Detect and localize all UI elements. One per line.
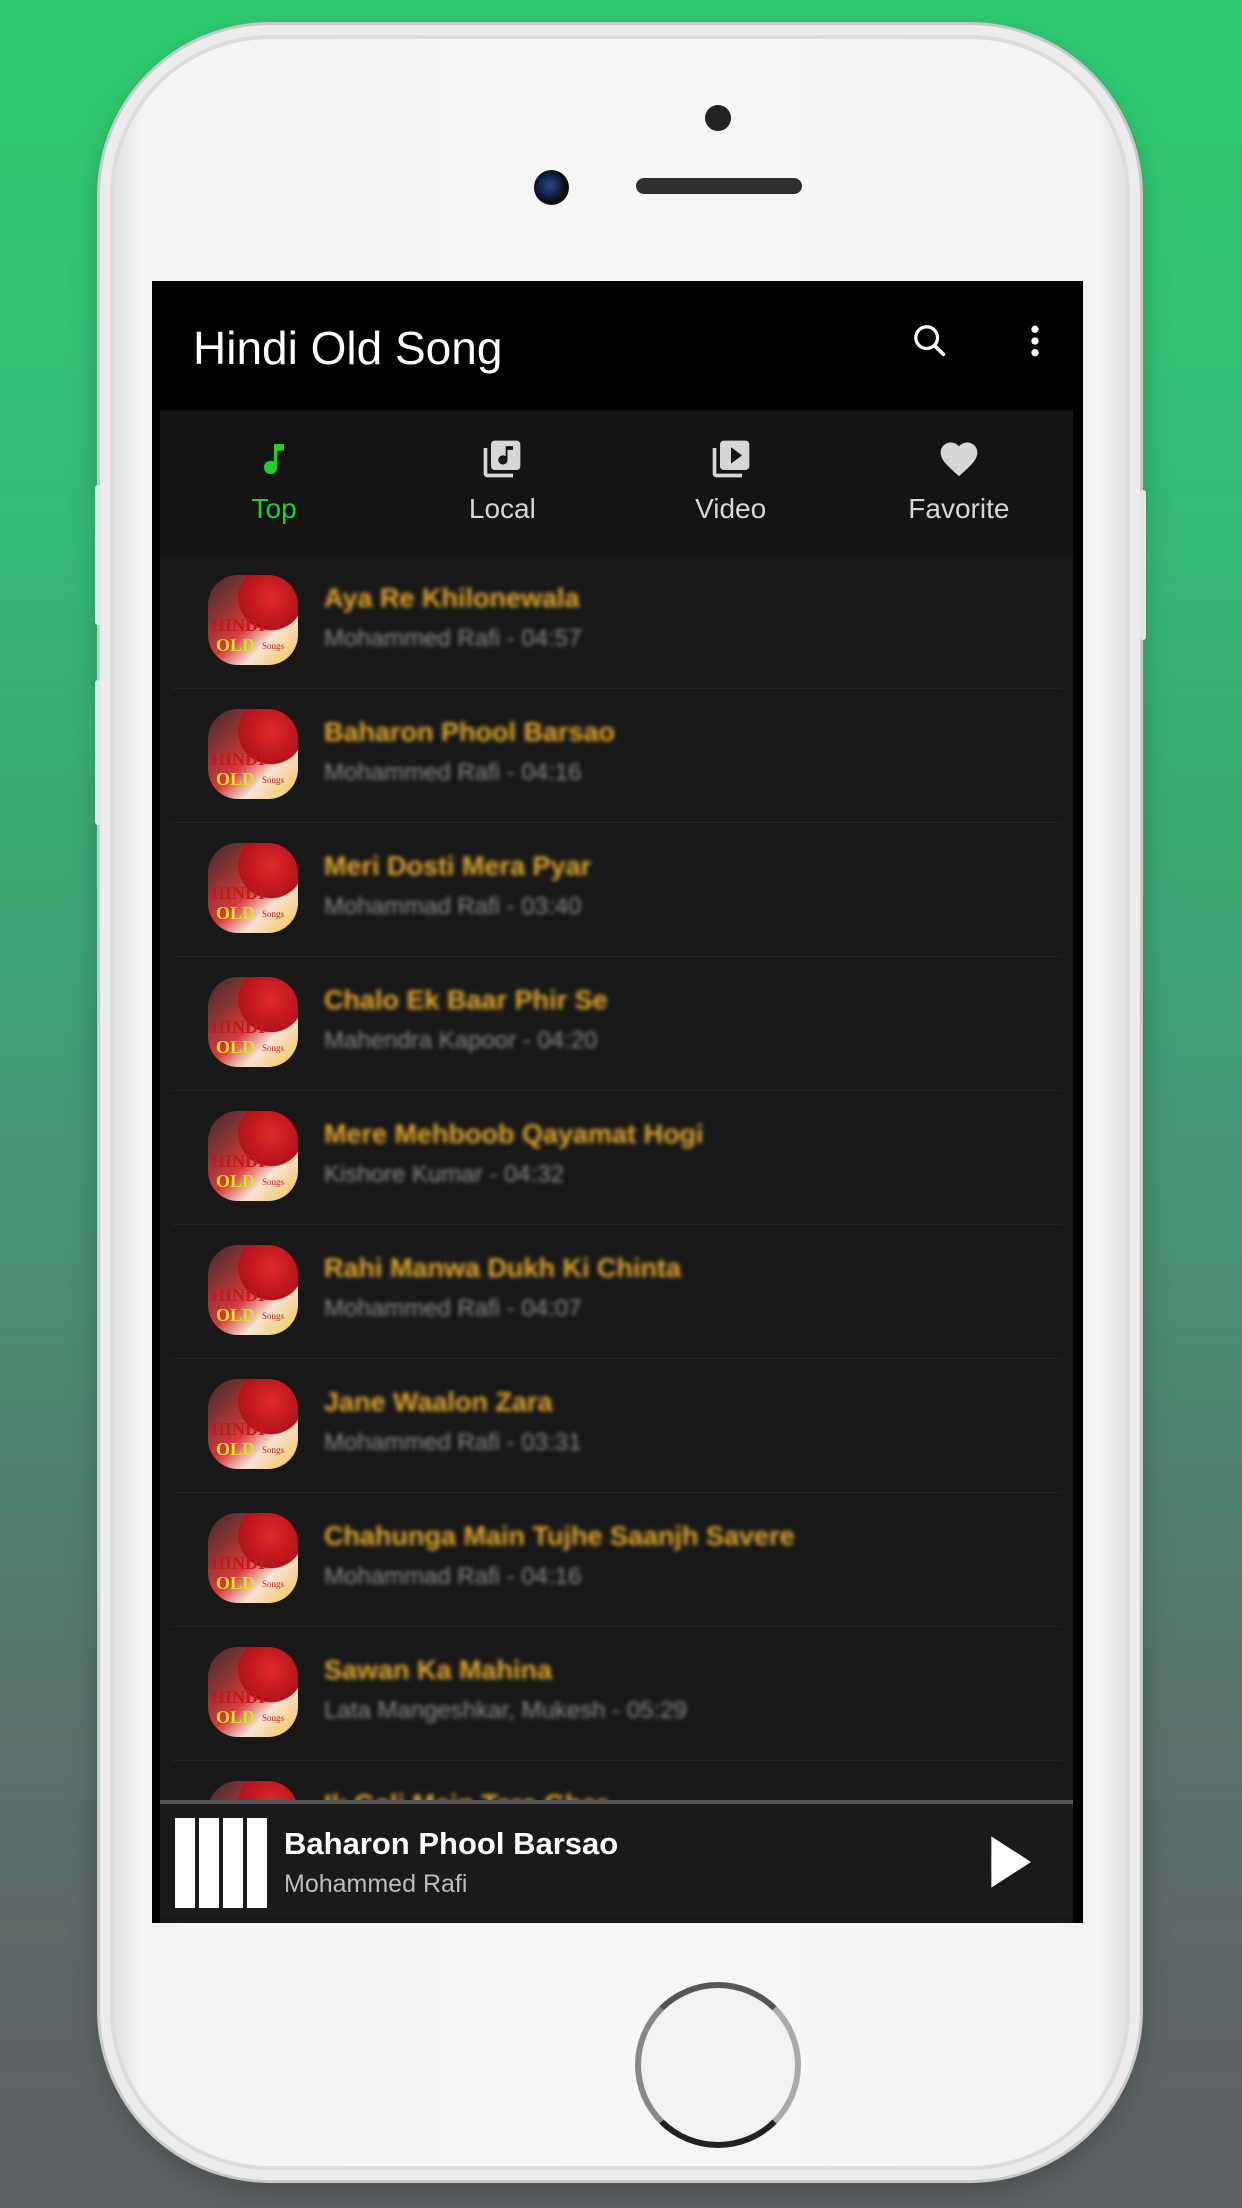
song-thumbnail: HINDIOLD Songs bbox=[208, 1111, 298, 1201]
song-list-item[interactable]: HINDI OLD Songs Chalo Ek Baar Phir Se Mahend… bbox=[172, 957, 1061, 1091]
song-list-item[interactable]: HINDI OLD Songs Jane Waalon Zara Mohammed Ra… bbox=[172, 1359, 1061, 1493]
song-thumbnail: HINDIOLD Songs bbox=[208, 1513, 298, 1603]
song-thumbnail: HINDIOLD Songs bbox=[208, 709, 298, 799]
front-camera bbox=[534, 170, 569, 205]
song-title: Mere Mehboob Qayamat Hogi bbox=[324, 1119, 704, 1149]
tab-label: Top bbox=[251, 493, 297, 524]
song-list-item[interactable]: HINDI OLD Songs Meri Dosti Mera Pyar Mohamma… bbox=[172, 823, 1061, 957]
power-button bbox=[1140, 490, 1146, 640]
tab-local[interactable]: Local bbox=[388, 410, 616, 555]
home-button[interactable] bbox=[635, 1982, 801, 2148]
song-subtitle: Mohammad Rafi - 03:40 bbox=[324, 893, 582, 920]
tab-label: Favorite bbox=[908, 493, 1010, 524]
song-subtitle: Kishore Kumar - 04:32 bbox=[324, 1161, 565, 1188]
song-thumbnail: HINDIOLD Songs bbox=[208, 843, 298, 933]
song-subtitle: Mahendra Kapoor - 04:20 bbox=[324, 1027, 598, 1054]
song-thumbnail: HINDIOLD Songs bbox=[208, 977, 298, 1067]
song-thumbnail: HINDIOLD Songs bbox=[208, 1245, 298, 1335]
thumbnail-text: OLD bbox=[216, 1037, 256, 1057]
song-title: Aya Re Khilonewala bbox=[324, 583, 580, 613]
thumbnail-text: HINDI bbox=[211, 615, 266, 635]
thumbnail-text: HINDI bbox=[211, 1419, 266, 1439]
tab-favorite[interactable]: Favorite bbox=[845, 410, 1073, 555]
thumbnail-text: OLD bbox=[216, 1171, 256, 1191]
player-song-title: Baharon Phool Barsao bbox=[284, 1826, 619, 1861]
thumbnail-text: OLD bbox=[216, 1573, 256, 1593]
more-options-button[interactable] bbox=[1005, 311, 1065, 371]
thumbnail-text: OLD bbox=[216, 1439, 256, 1459]
video-library-icon bbox=[707, 435, 755, 483]
app-screen: Hindi Old Song Top Local Video Favorite … bbox=[152, 281, 1083, 1923]
thumbnail-text: OLD bbox=[216, 903, 256, 923]
thumbnail-text: Songs bbox=[262, 1311, 285, 1321]
earpiece-speaker bbox=[636, 178, 802, 194]
mini-player[interactable]: Baharon Phool Barsao Mohammed Rafi bbox=[160, 1800, 1073, 1917]
play-icon bbox=[991, 1836, 1031, 1888]
song-title: Baharon Phool Barsao bbox=[324, 717, 616, 747]
song-list-item[interactable]: HINDI OLD Songs Sawan Ka Mahina Lata Mangesh… bbox=[172, 1627, 1061, 1761]
song-list-item[interactable]: HINDI OLD Songs Aya Re Khilonewala Mohammed … bbox=[172, 555, 1061, 689]
equalizer-icon bbox=[175, 1818, 267, 1908]
thumbnail-text: Songs bbox=[262, 1177, 285, 1187]
music-note-icon bbox=[250, 435, 298, 483]
song-list[interactable]: HINDI OLD Songs Aya Re Khilonewala Mohammed … bbox=[160, 555, 1073, 1923]
thumbnail-text: Songs bbox=[262, 1445, 285, 1455]
song-subtitle: Mohammed Rafi - 04:07 bbox=[324, 1295, 582, 1322]
thumbnail-text: Songs bbox=[262, 641, 285, 651]
song-subtitle: Mohammed Rafi - 04:57 bbox=[324, 625, 582, 652]
player-artist: Mohammed Rafi bbox=[284, 1870, 468, 1898]
song-list-item[interactable]: HINDI OLD Songs Mere Mehboob Qayamat Hogi Ki… bbox=[172, 1091, 1061, 1225]
volume-down-button bbox=[95, 680, 101, 825]
song-subtitle: Mohammad Rafi - 04:16 bbox=[324, 1563, 582, 1590]
thumbnail-text: HINDI bbox=[211, 883, 266, 903]
song-list-item[interactable]: HINDI OLD Songs Baharon Phool Barsao Mohamme… bbox=[172, 689, 1061, 823]
song-title: Rahi Manwa Dukh Ki Chinta bbox=[324, 1253, 682, 1283]
thumbnail-text: HINDI bbox=[211, 1285, 266, 1305]
song-subtitle: Mohammed Rafi - 03:31 bbox=[324, 1429, 582, 1456]
song-list-item[interactable]: HINDI OLD Songs Chahunga Main Tujhe Saanjh … bbox=[172, 1493, 1061, 1627]
thumbnail-text: HINDI bbox=[211, 1553, 266, 1573]
song-thumbnail: HINDIOLD Songs bbox=[208, 1379, 298, 1469]
play-button[interactable] bbox=[980, 1832, 1040, 1892]
more-vert-icon bbox=[1031, 325, 1039, 357]
song-title: Jane Waalon Zara bbox=[324, 1387, 553, 1417]
thumbnail-text: OLD bbox=[216, 769, 256, 789]
song-title: Chalo Ek Baar Phir Se bbox=[324, 985, 608, 1015]
tab-bar: Top Local Video Favorite bbox=[160, 410, 1073, 555]
library-music-icon bbox=[478, 435, 526, 483]
thumbnail-text: HINDI bbox=[211, 1687, 266, 1707]
thumbnail-text: HINDI bbox=[211, 1017, 266, 1037]
tab-top[interactable]: Top bbox=[160, 410, 388, 555]
song-thumbnail: HINDIOLD Songs bbox=[208, 575, 298, 665]
thumbnail-text: OLD bbox=[216, 1305, 256, 1325]
thumbnail-text: Songs bbox=[262, 775, 285, 785]
tab-label: Video bbox=[695, 493, 767, 524]
app-toolbar: Hindi Old Song bbox=[152, 281, 1083, 410]
song-list-item[interactable]: HINDI OLD Songs Rahi Manwa Dukh Ki Chinta Mo… bbox=[172, 1225, 1061, 1359]
thumbnail-text: Songs bbox=[262, 1043, 285, 1053]
song-title: Meri Dosti Mera Pyar bbox=[324, 851, 592, 881]
search-icon bbox=[914, 325, 946, 357]
song-subtitle: Lata Mangeshkar, Mukesh - 05:29 bbox=[324, 1697, 687, 1724]
volume-up-button bbox=[95, 485, 101, 625]
song-title: Sawan Ka Mahina bbox=[324, 1655, 553, 1685]
app-title: Hindi Old Song bbox=[193, 322, 503, 374]
tab-video[interactable]: Video bbox=[617, 410, 845, 555]
tab-label: Local bbox=[468, 493, 536, 524]
thumbnail-text: Songs bbox=[262, 909, 285, 919]
thumbnail-text: Songs bbox=[262, 1579, 285, 1589]
thumbnail-text: Songs bbox=[262, 1713, 285, 1723]
proximity-sensor bbox=[705, 105, 731, 131]
thumbnail-text: OLD bbox=[216, 635, 256, 655]
thumbnail-text: HINDI bbox=[211, 749, 266, 769]
thumbnail-text: HINDI bbox=[211, 1151, 266, 1171]
search-button[interactable] bbox=[900, 311, 960, 371]
heart-icon bbox=[935, 435, 983, 483]
song-subtitle: Mohammed Rafi - 04:16 bbox=[324, 759, 582, 786]
song-title: Chahunga Main Tujhe Saanjh Savere bbox=[324, 1521, 795, 1551]
song-thumbnail: HINDIOLD Songs bbox=[208, 1647, 298, 1737]
thumbnail-text: OLD bbox=[216, 1707, 256, 1727]
